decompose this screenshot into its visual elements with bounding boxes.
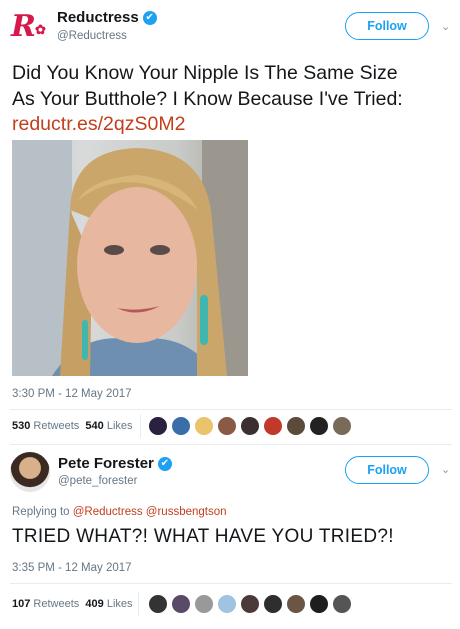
- verified-badge-icon: ✔: [157, 456, 172, 471]
- avatar[interactable]: [217, 594, 237, 614]
- avatar[interactable]: [194, 416, 214, 436]
- chevron-down-icon[interactable]: ⌄: [441, 463, 450, 476]
- replying-to: Replying to @Reductress @russbengtson: [12, 506, 227, 518]
- mention-link[interactable]: @russbengtson: [146, 506, 227, 518]
- avatar[interactable]: [332, 594, 352, 614]
- avatar[interactable]: [148, 594, 168, 614]
- divider: [10, 444, 452, 445]
- likes-count[interactable]: 540: [85, 420, 103, 432]
- retweets-label[interactable]: Retweets: [33, 598, 79, 610]
- tweet-text: TRIED WHAT?! WHAT HAVE YOU TRIED?!: [12, 526, 394, 547]
- tweet-timestamp[interactable]: 3:35 PM - 12 May 2017: [12, 562, 132, 574]
- likes-count[interactable]: 409: [85, 598, 103, 610]
- avatar[interactable]: [240, 416, 260, 436]
- tweet-link[interactable]: reductr.es/2qzS0M2: [12, 111, 185, 137]
- divider: [10, 583, 452, 584]
- divider: [10, 409, 452, 410]
- reductress-logo[interactable]: R ✿: [11, 10, 49, 44]
- avatar[interactable]: [10, 452, 50, 492]
- avatar[interactable]: [171, 416, 191, 436]
- avatar[interactable]: [309, 594, 329, 614]
- author-handle[interactable]: @Reductress: [57, 30, 127, 42]
- avatar[interactable]: [194, 594, 214, 614]
- follow-button[interactable]: Follow: [345, 456, 429, 484]
- divider: [138, 592, 139, 616]
- follow-button[interactable]: Follow: [345, 12, 429, 40]
- retweets-count[interactable]: 107: [12, 598, 30, 610]
- tweet-timestamp[interactable]: 3:30 PM - 12 May 2017: [12, 388, 132, 400]
- avatar[interactable]: [263, 594, 283, 614]
- avatar[interactable]: [286, 594, 306, 614]
- author-name-row[interactable]: Pete Forester ✔: [58, 455, 172, 473]
- author-name[interactable]: Pete Forester: [58, 455, 154, 472]
- retweets-count[interactable]: 530: [12, 420, 30, 432]
- tweet-photo[interactable]: [12, 140, 248, 376]
- author-handle[interactable]: @pete_forester: [58, 475, 137, 487]
- liker-avatars: [148, 416, 352, 436]
- divider: [140, 414, 141, 438]
- avatar[interactable]: [217, 416, 237, 436]
- replying-label: Replying to: [12, 506, 70, 518]
- liker-avatars: [148, 594, 352, 614]
- avatar[interactable]: [286, 416, 306, 436]
- tweet-stats: 107 Retweets 409 Likes: [12, 598, 133, 610]
- author-name[interactable]: Reductress: [57, 9, 139, 26]
- tweet-text-line-1: Did You Know Your Nipple Is The Same Siz…: [12, 62, 398, 84]
- avatar[interactable]: [148, 416, 168, 436]
- retweets-label[interactable]: Retweets: [33, 420, 79, 432]
- avatar[interactable]: [332, 416, 352, 436]
- mention-link[interactable]: @Reductress: [73, 506, 143, 518]
- avatar[interactable]: [309, 416, 329, 436]
- avatar[interactable]: [263, 416, 283, 436]
- likes-label[interactable]: Likes: [107, 420, 133, 432]
- likes-label[interactable]: Likes: [107, 598, 133, 610]
- author-name-row[interactable]: Reductress ✔: [57, 9, 157, 27]
- tweet-text-line-2: As Your Butthole? I Know Because I've Tr…: [12, 88, 403, 110]
- flower-icon: ✿: [35, 23, 46, 38]
- verified-badge-icon: ✔: [142, 10, 157, 25]
- portrait-illustration: [12, 140, 248, 376]
- avatar[interactable]: [240, 594, 260, 614]
- avatar[interactable]: [171, 594, 191, 614]
- chevron-down-icon[interactable]: ⌄: [441, 20, 450, 33]
- tweet-stats: 530 Retweets 540 Likes: [12, 420, 133, 432]
